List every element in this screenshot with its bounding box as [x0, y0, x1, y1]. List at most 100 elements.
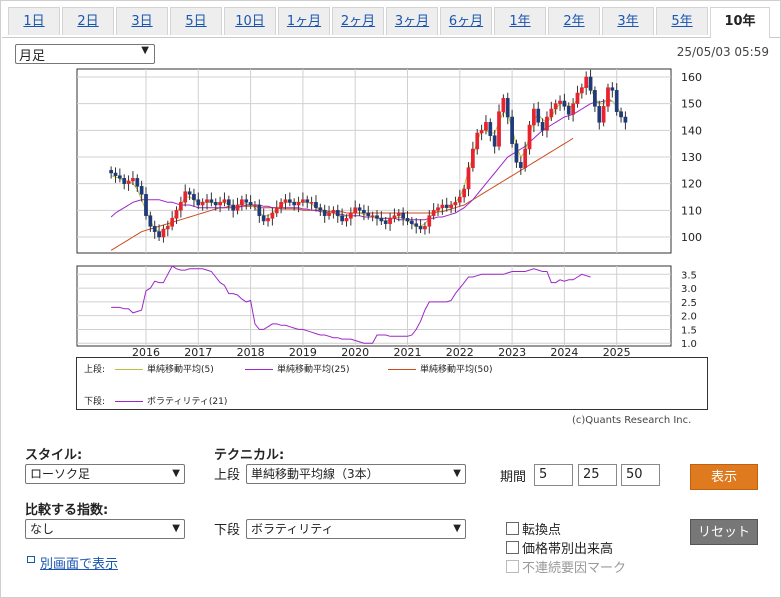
- chevron-down-icon: ▼: [172, 523, 180, 534]
- display-button[interactable]: 表示: [690, 464, 758, 490]
- candle-body: [318, 207, 323, 211]
- candle-body: [179, 202, 183, 211]
- candle-body: [614, 90, 619, 112]
- candle-body: [492, 135, 497, 147]
- gap-mark-checkbox[interactable]: 不連続要因マーク: [506, 557, 626, 576]
- candle-body: [257, 204, 262, 216]
- candle-body: [466, 167, 471, 190]
- candle-body: [187, 191, 192, 195]
- candle-body: [131, 178, 135, 182]
- legend-upper-label: 上段:: [84, 365, 106, 375]
- candle-body: [431, 210, 436, 216]
- candle-body: [601, 106, 606, 123]
- candle-body: [383, 220, 388, 224]
- legend-swatch-sma50: [388, 369, 416, 370]
- candle-body: [174, 210, 179, 219]
- candle-body: [532, 108, 536, 126]
- candle-body: [453, 202, 458, 206]
- candle-body: [379, 218, 384, 222]
- candle-body: [440, 204, 445, 208]
- candle-body: [414, 223, 419, 227]
- style-select[interactable]: ローソク足 ▼: [25, 464, 185, 484]
- candle-body: [471, 148, 475, 168]
- candle-body: [235, 204, 240, 211]
- candle-body: [606, 87, 610, 107]
- candle-body: [549, 108, 554, 118]
- candle-body: [322, 210, 327, 216]
- volume-profile-checkbox[interactable]: 価格帯別出来高: [506, 538, 613, 557]
- upper-label: 上段: [214, 468, 241, 483]
- candle-body: [571, 103, 575, 115]
- candle-body: [484, 122, 488, 131]
- candle-body: [545, 116, 549, 131]
- candle-body: [527, 124, 532, 150]
- candle-body: [161, 228, 166, 238]
- lower-indicator-select[interactable]: ボラティリティ ▼: [246, 519, 466, 539]
- legend-swatch-sma5: [115, 369, 143, 370]
- candle-body: [370, 215, 375, 217]
- sub-y-tick-label: 2.0: [681, 312, 697, 323]
- candle-body: [479, 130, 484, 134]
- candle-body: [362, 210, 366, 214]
- y-tick-label: 110: [681, 204, 702, 217]
- checkbox-box: [506, 541, 519, 554]
- y-tick-label: 150: [681, 98, 702, 111]
- candle-body: [135, 178, 140, 187]
- external-window-icon: [27, 556, 35, 563]
- candle-body: [183, 191, 188, 203]
- candle-body: [584, 76, 589, 88]
- candle-body: [165, 226, 170, 230]
- period-input-1[interactable]: 5: [534, 464, 573, 486]
- candle-body: [148, 215, 153, 227]
- candle-body: [357, 207, 362, 211]
- reset-button[interactable]: リセット: [690, 519, 758, 545]
- period-input-2[interactable]: 25: [578, 464, 617, 486]
- candle-body: [231, 204, 236, 211]
- legend-sma25: 単純移動平均(25): [277, 365, 350, 375]
- compare-select[interactable]: なし ▼: [25, 519, 185, 539]
- candle-body: [344, 218, 349, 222]
- candle-body: [314, 202, 318, 208]
- period-input-3[interactable]: 50: [621, 464, 660, 486]
- candle-body: [562, 100, 567, 107]
- candle-body: [501, 98, 506, 112]
- legend-sma50: 単純移動平均(50): [420, 365, 493, 375]
- upper-indicator-select[interactable]: 単純移動平均線（3本） ▼: [246, 464, 466, 484]
- copyright: (c)Quants Research Inc.: [572, 415, 692, 426]
- candle-body: [222, 199, 227, 203]
- candle-body: [244, 199, 249, 203]
- candle-body: [488, 122, 493, 136]
- turning-point-checkbox[interactable]: 転換点: [506, 519, 561, 538]
- candle-body: [444, 204, 449, 208]
- candle-body: [510, 116, 514, 144]
- candle-body: [331, 210, 336, 214]
- candle-body: [423, 226, 427, 230]
- legend: 上段: 単純移動平均(5) 単純移動平均(25) 単純移動平均(50) 下段: …: [76, 357, 708, 410]
- legend-volatility: ボラティリティ(21): [147, 397, 228, 407]
- candle-body: [209, 199, 214, 203]
- y-tick-label: 140: [681, 124, 702, 137]
- candle-body: [226, 199, 231, 206]
- candle-body: [436, 207, 440, 211]
- candle-body: [205, 199, 209, 203]
- candle-body: [170, 218, 175, 227]
- candle-body: [540, 122, 545, 131]
- candle-body: [200, 202, 205, 206]
- chevron-down-icon: ▼: [172, 468, 180, 479]
- candle-body: [248, 202, 253, 206]
- candle-body: [523, 148, 528, 168]
- candle-body: [410, 220, 414, 224]
- open-window-link[interactable]: 別画面で表示: [40, 553, 118, 572]
- y-tick-label: 100: [681, 231, 702, 244]
- candle-body: [279, 202, 283, 208]
- legend-sma5: 単純移動平均(5): [147, 365, 214, 375]
- candle-body: [327, 212, 331, 216]
- candle-body: [353, 207, 358, 214]
- candle-body: [427, 215, 432, 227]
- candle-body: [292, 202, 297, 206]
- candle-body: [575, 92, 580, 104]
- candle-body: [418, 226, 423, 230]
- sub-y-tick-label: 3.0: [681, 284, 697, 295]
- candle-body: [122, 178, 127, 184]
- candle-body: [405, 218, 410, 222]
